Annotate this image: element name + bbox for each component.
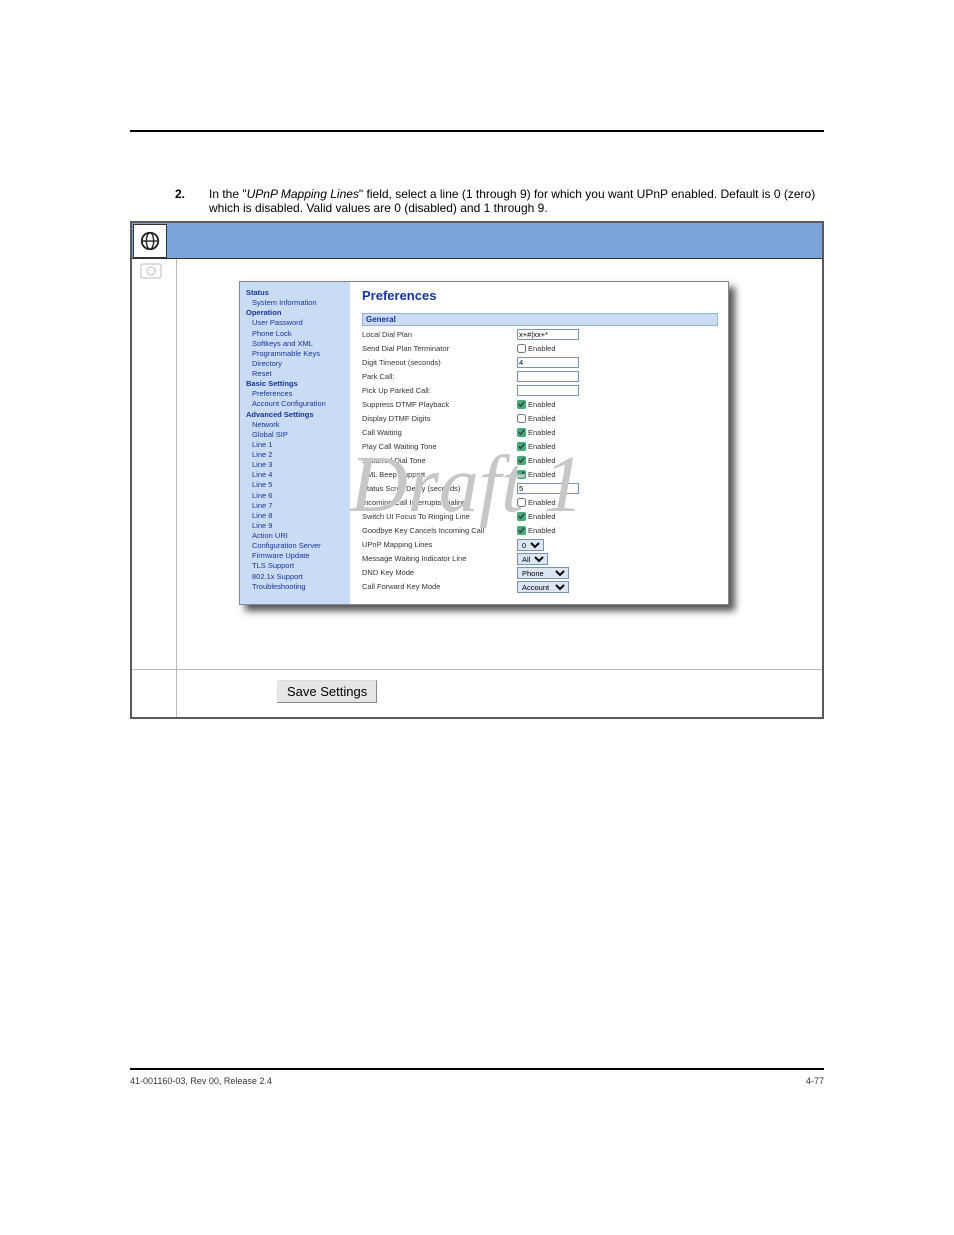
label-local-dial-plan: Local Dial Plan bbox=[362, 330, 517, 339]
upnp-select[interactable]: 0 bbox=[517, 539, 544, 551]
label-upnp: UPnP Mapping Lines bbox=[362, 540, 517, 549]
sidebar-item[interactable]: Network bbox=[246, 420, 346, 430]
cf-mode-select[interactable]: Account bbox=[517, 581, 569, 593]
sidebar-item[interactable]: Action URI bbox=[246, 531, 346, 541]
sidebar-header-operation: Operation bbox=[246, 308, 346, 318]
webui-icon bbox=[140, 263, 162, 283]
status-scroll-input[interactable] bbox=[517, 483, 579, 494]
label-send-terminator: Send Dial Plan Terminator bbox=[362, 344, 517, 353]
label-xml-beep: XML Beep Support bbox=[362, 470, 517, 479]
sidebar: Status System Information Operation User… bbox=[240, 282, 350, 604]
sidebar-header-status: Status bbox=[246, 288, 346, 298]
digit-timeout-input[interactable] bbox=[517, 357, 579, 368]
footer-left: 41-001160-03, Rev 00, Release 2.4 bbox=[130, 1076, 272, 1086]
label-switch-focus: Switch UI Focus To Ringing Line bbox=[362, 512, 517, 521]
sidebar-header-basic: Basic Settings bbox=[246, 379, 346, 389]
step-number: 2. bbox=[175, 187, 209, 215]
sidebar-item[interactable]: Softkeys and XML bbox=[246, 339, 346, 349]
sidebar-item[interactable]: Line 5 bbox=[246, 480, 346, 490]
mwi-line-select[interactable]: All bbox=[517, 553, 548, 565]
sidebar-item[interactable]: Line 9 bbox=[246, 521, 346, 531]
label-play-cw-tone: Play Call Waiting Tone bbox=[362, 442, 517, 451]
globe-icon bbox=[133, 224, 167, 258]
label-suppress-dtmf: Suppress DTMF Playback bbox=[362, 400, 517, 409]
label-goodbye-cancel: Goodbye Key Cancels Incoming Call bbox=[362, 526, 517, 535]
sidebar-item[interactable]: 802.1x Support bbox=[246, 572, 346, 582]
sidebar-item[interactable]: Phone Lock bbox=[246, 329, 346, 339]
label-dnd-mode: DND Key Mode bbox=[362, 568, 517, 577]
park-call-input[interactable] bbox=[517, 371, 579, 382]
label-stuttered: Stuttered Dial Tone bbox=[362, 456, 517, 465]
send-terminator-checkbox[interactable] bbox=[517, 344, 526, 353]
sidebar-item[interactable]: Line 6 bbox=[246, 491, 346, 501]
sidebar-item[interactable]: Line 8 bbox=[246, 511, 346, 521]
label-digit-timeout: Digit Timeout (seconds) bbox=[362, 358, 517, 367]
switch-focus-checkbox[interactable] bbox=[517, 512, 526, 521]
sidebar-item[interactable]: Directory bbox=[246, 359, 346, 369]
sidebar-item[interactable]: Line 2 bbox=[246, 450, 346, 460]
label-status-scroll: Status Scroll Delay (seconds) bbox=[362, 484, 517, 493]
label-park-call: Park Call: bbox=[362, 372, 517, 381]
sidebar-item[interactable]: Firmware Update bbox=[246, 551, 346, 561]
sidebar-item[interactable]: TLS Support bbox=[246, 561, 346, 571]
local-dial-plan-input[interactable] bbox=[517, 329, 579, 340]
page-title: Preferences bbox=[362, 288, 718, 303]
play-cw-tone-checkbox[interactable] bbox=[517, 442, 526, 451]
sidebar-item[interactable]: Line 7 bbox=[246, 501, 346, 511]
label-incoming-interrupt: Incoming Call Interrupts Dialing bbox=[362, 498, 517, 507]
sidebar-item[interactable]: Account Configuration bbox=[246, 399, 346, 409]
sidebar-item[interactable]: Programmable Keys bbox=[246, 349, 346, 359]
title-bar bbox=[132, 223, 822, 259]
label-display-dtmf: Display DTMF Digits bbox=[362, 414, 517, 423]
sidebar-item[interactable]: Line 4 bbox=[246, 470, 346, 480]
sidebar-item[interactable]: Configuration Server bbox=[246, 541, 346, 551]
sidebar-item[interactable]: Line 1 bbox=[246, 440, 346, 450]
sidebar-item[interactable]: Reset bbox=[246, 369, 346, 379]
pickup-parked-input[interactable] bbox=[517, 385, 579, 396]
sidebar-item[interactable]: Troubleshooting bbox=[246, 582, 346, 592]
footer-right: 4-77 bbox=[806, 1076, 824, 1086]
sidebar-item[interactable]: Preferences bbox=[246, 389, 346, 399]
sidebar-item[interactable]: User Password bbox=[246, 318, 346, 328]
label-pickup-parked: Pick Up Parked Call: bbox=[362, 386, 517, 395]
indicator-column bbox=[132, 259, 177, 669]
label-call-waiting: Call Waiting bbox=[362, 428, 517, 437]
label-cf-mode: Call Forward Key Mode bbox=[362, 582, 517, 591]
incoming-interrupt-checkbox[interactable] bbox=[517, 498, 526, 507]
display-dtmf-checkbox[interactable] bbox=[517, 414, 526, 423]
save-settings-button[interactable]: Save Settings bbox=[277, 680, 377, 703]
stuttered-checkbox[interactable] bbox=[517, 456, 526, 465]
sidebar-item[interactable]: System Information bbox=[246, 298, 346, 308]
section-general: General bbox=[362, 313, 718, 326]
dnd-mode-select[interactable]: Phone bbox=[517, 567, 569, 579]
call-waiting-checkbox[interactable] bbox=[517, 428, 526, 437]
suppress-dtmf-checkbox[interactable] bbox=[517, 400, 526, 409]
aastra-webui-frame: Status System Information Operation User… bbox=[130, 221, 824, 719]
step-text: In the "UPnP Mapping Lines" field, selec… bbox=[209, 187, 824, 215]
label-mwi-line: Message Waiting Indicator Line bbox=[362, 554, 517, 563]
sidebar-item[interactable]: Global SIP bbox=[246, 430, 346, 440]
goodbye-cancel-checkbox[interactable] bbox=[517, 526, 526, 535]
xml-beep-checkbox[interactable] bbox=[517, 470, 526, 479]
sidebar-header-advanced: Advanced Settings bbox=[246, 410, 346, 420]
sidebar-item[interactable]: Line 3 bbox=[246, 460, 346, 470]
